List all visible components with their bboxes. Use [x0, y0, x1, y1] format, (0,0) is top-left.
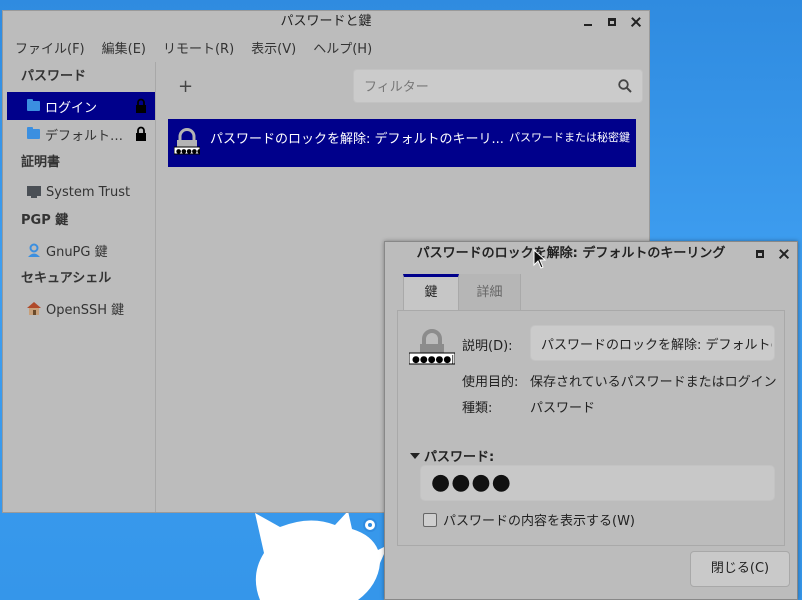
- menu-remote[interactable]: リモート(R): [163, 38, 234, 57]
- sidebar-item-label: GnuPG 鍵: [46, 244, 108, 260]
- password-expander[interactable]: パスワード:: [410, 446, 494, 465]
- sidebar: パスワード ログイン デフォルト… 証明書 System Trust PGP 鍵…: [3, 62, 156, 512]
- filter-input[interactable]: [354, 70, 606, 104]
- sidebar-item-label: デフォルト…: [45, 128, 124, 144]
- sidebar-heading-passwords: パスワード: [21, 69, 87, 84]
- padlock-icon: ●●●●●|: [409, 329, 455, 365]
- mouse-pointer-icon: [533, 249, 547, 269]
- tab-details[interactable]: 詳細: [459, 274, 521, 310]
- dialog-maximize-button[interactable]: [753, 247, 767, 261]
- sidebar-heading-certificates: 証明書: [21, 155, 61, 170]
- sidebar-heading-ssh: セキュアシェル: [21, 271, 112, 286]
- lock-icon[interactable]: [135, 98, 147, 113]
- expander-arrow-icon: [410, 453, 420, 459]
- padlock-icon: ●●●●●|: [174, 128, 200, 155]
- usage-label: 使用目的:: [462, 375, 519, 390]
- show-password-toggle[interactable]: パスワードの内容を表示する(W): [423, 510, 635, 529]
- add-button[interactable]: +: [178, 76, 193, 97]
- close-button[interactable]: 閉じる(C): [690, 551, 790, 587]
- sidebar-item-label: ログイン: [45, 100, 98, 116]
- kind-label: 種類:: [462, 401, 493, 416]
- password-dots: ●●●●: [431, 470, 512, 495]
- password-expander-label: パスワード:: [424, 450, 495, 465]
- tab-key[interactable]: 鍵: [403, 274, 459, 310]
- list-item-type: パスワードまたは秘密鍵: [509, 131, 630, 144]
- sidebar-heading-pgp: PGP 鍵: [21, 213, 69, 228]
- close-window-button[interactable]: [629, 15, 643, 29]
- main-titlebar[interactable]: パスワードと鍵: [3, 11, 649, 33]
- folder-icon: [27, 127, 40, 139]
- show-password-label: パスワードの内容を表示する(W): [443, 514, 635, 529]
- menubar: ファイル(F) 編集(E) リモート(R) 表示(V) ヘルプ(H): [3, 33, 649, 61]
- menu-file[interactable]: ファイル(F): [15, 38, 85, 57]
- sidebar-item-login[interactable]: ログイン: [7, 92, 155, 120]
- show-password-checkbox[interactable]: [423, 512, 437, 527]
- filter-box[interactable]: [353, 69, 643, 104]
- description-field[interactable]: [530, 325, 775, 361]
- usage-value: 保存されているパスワードまたはログイン: [530, 375, 777, 390]
- home-icon: [27, 302, 41, 315]
- menu-help[interactable]: ヘルプ(H): [313, 38, 372, 57]
- sidebar-item-gnupg[interactable]: GnuPG 鍵: [3, 236, 155, 264]
- password-field[interactable]: ●●●●: [420, 465, 775, 501]
- search-icon[interactable]: [618, 79, 632, 93]
- properties-dialog: パスワードのロックを解除: デフォルトのキーリング 鍵 詳細 ●●●●●| 説明…: [384, 241, 798, 600]
- svg-text:●●●●●|: ●●●●●|: [176, 148, 200, 155]
- sidebar-item-label: OpenSSH 鍵: [46, 302, 125, 318]
- main-window-title: パスワードと鍵: [280, 14, 372, 29]
- folder-icon: [27, 99, 40, 111]
- sidebar-item-label: System Trust: [46, 184, 131, 200]
- desktop-mascot-image: [255, 511, 388, 600]
- list-item-name: パスワードのロックを解除: デフォルトのキーリ...: [210, 132, 504, 147]
- dialog-titlebar[interactable]: パスワードのロックを解除: デフォルトのキーリング: [385, 242, 797, 266]
- menu-edit[interactable]: 編集(E): [102, 38, 146, 57]
- dialog-close-window-button[interactable]: [777, 247, 791, 261]
- lock-icon[interactable]: [135, 126, 147, 141]
- list-item[interactable]: ●●●●●| パスワードのロックを解除: デフォルトのキーリ... パスワードま…: [168, 119, 636, 167]
- menu-view[interactable]: 表示(V): [251, 38, 296, 57]
- maximize-button[interactable]: [605, 15, 619, 29]
- description-input[interactable]: [531, 326, 774, 360]
- sidebar-item-system-trust[interactable]: System Trust: [3, 178, 155, 206]
- sidebar-item-openssh[interactable]: OpenSSH 鍵: [3, 294, 155, 322]
- sidebar-item-default-keyring[interactable]: デフォルト…: [3, 120, 155, 148]
- dialog-tabs: 鍵 詳細: [397, 274, 785, 311]
- svg-text:●●●●●|: ●●●●●|: [412, 355, 454, 365]
- monitor-icon: [27, 186, 41, 198]
- description-label: 説明(D):: [462, 339, 513, 354]
- dialog-title: パスワードのロックを解除: デフォルトのキーリング: [416, 246, 726, 261]
- kind-value: パスワード: [530, 401, 596, 416]
- person-key-icon: [28, 243, 40, 257]
- minimize-button[interactable]: [581, 15, 595, 29]
